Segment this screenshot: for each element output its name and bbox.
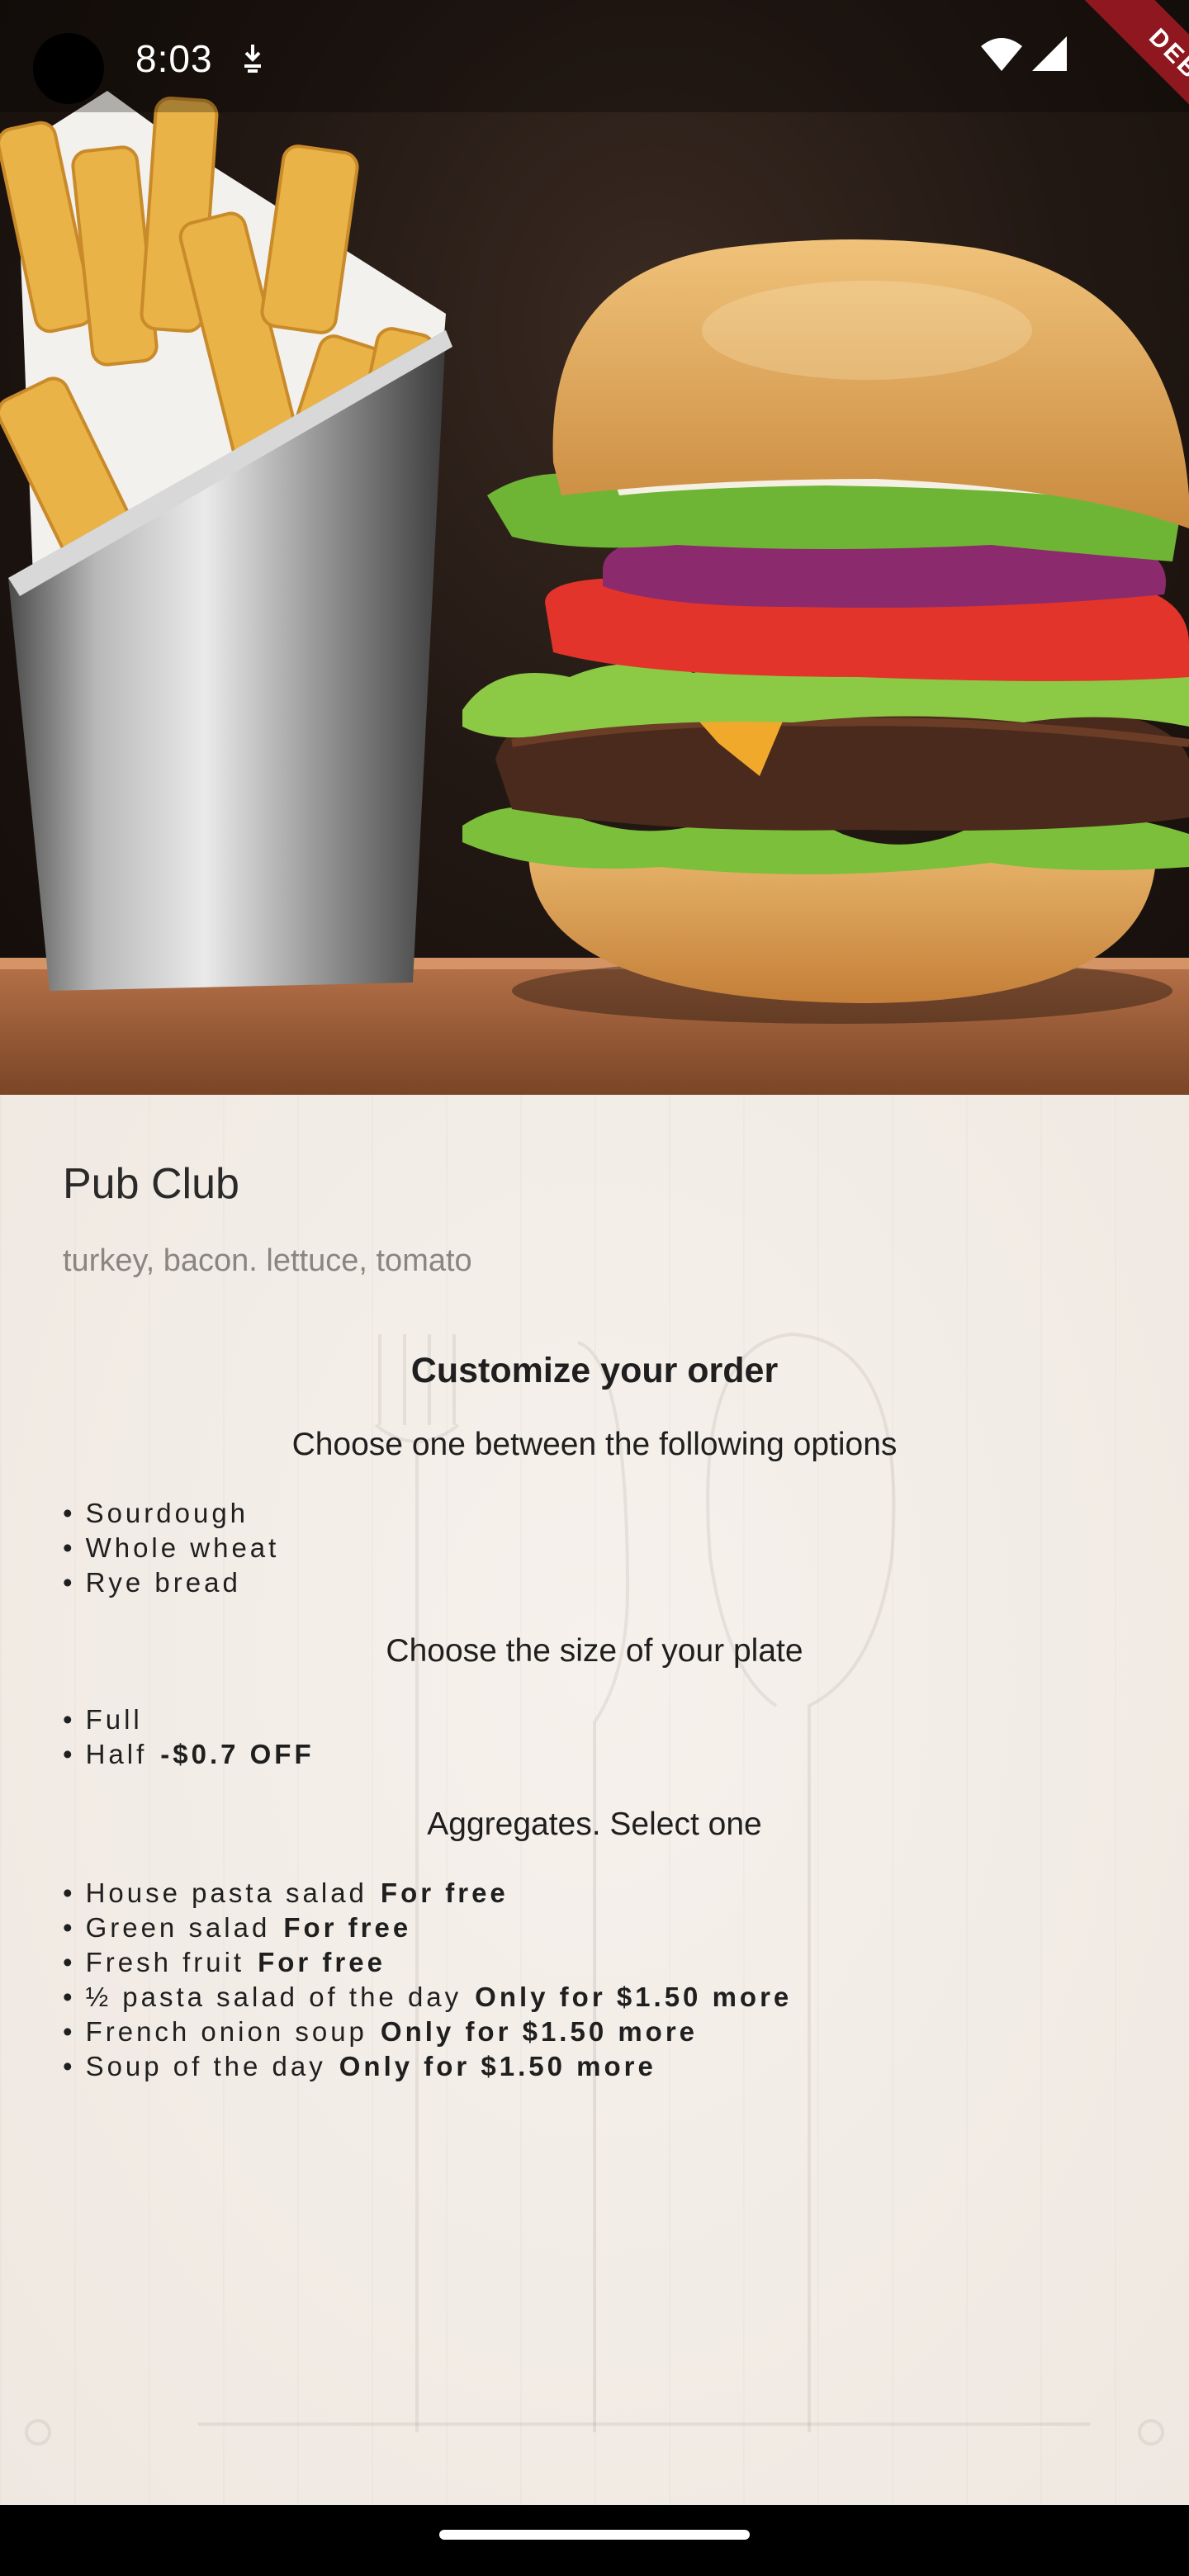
- price-modifier: For free: [258, 1947, 386, 1977]
- bread-option[interactable]: • Whole wheat: [63, 1531, 279, 1565]
- price-modifier: Only for $1.50 more: [339, 2051, 656, 2081]
- item-details-panel: Pub Club turkey, bacon. lettuce, tomato …: [0, 1095, 1189, 2505]
- customize-heading: Customize your order: [410, 1351, 779, 1390]
- bread-option[interactable]: • Rye bread: [63, 1565, 279, 1600]
- price-modifier: For free: [283, 1912, 412, 1943]
- home-gesture-handle[interactable]: [439, 2530, 750, 2540]
- aggregate-option[interactable]: • ½ pasta salad of the day Only for $1.50 …: [63, 1980, 792, 2015]
- debug-label: DEBUG: [1066, 0, 1189, 192]
- price-modifier: -$0.7 OFF: [160, 1739, 315, 1769]
- size-option[interactable]: • Full: [63, 1702, 315, 1737]
- system-navigation-bar: [0, 2505, 1189, 2576]
- aggregate-option[interactable]: • French onion soup Only for $1.50 more: [63, 2015, 792, 2049]
- aggregate-option[interactable]: • House pasta salad For free: [63, 1876, 792, 1911]
- aggregate-option[interactable]: • Fresh fruit For free: [63, 1945, 792, 1980]
- bread-prompt: Choose one between the following options: [291, 1427, 898, 1462]
- front-camera-cutout: [33, 33, 104, 104]
- size-prompt: Choose the size of your plate: [386, 1633, 803, 1669]
- aggregates-options-list: • House pasta salad For free • Green salad F…: [63, 1876, 792, 2084]
- item-name: Pub Club: [63, 1160, 239, 1208]
- price-modifier: For free: [380, 1878, 509, 1908]
- price-modifier: Only for $1.50 more: [475, 1982, 793, 2012]
- size-option[interactable]: • Half -$0.7 OFF: [63, 1737, 315, 1772]
- aggregates-prompt: Aggregates. Select one: [427, 1807, 762, 1842]
- aggregate-option[interactable]: • Soup of the day Only for $1.50 more: [63, 2049, 792, 2084]
- cutlery-watermark: [25, 1333, 1164, 2446]
- debug-banner: DEBUG: [991, 0, 1189, 198]
- price-modifier: Only for $1.50 more: [380, 2016, 699, 2047]
- size-options-list: • Full • Half -$0.7 OFF: [63, 1702, 315, 1772]
- item-description: turkey, bacon. lettuce, tomato: [63, 1243, 472, 1278]
- status-time: 8:03: [135, 37, 213, 80]
- bread-options-list: • Sourdough • Whole wheat • Rye bread: [63, 1496, 279, 1600]
- bread-option[interactable]: • Sourdough: [63, 1496, 279, 1531]
- status-bar: 8:03 DEBUG: [0, 0, 1189, 192]
- download-status-icon: [239, 41, 266, 78]
- aggregate-option[interactable]: • Green salad For free: [63, 1911, 792, 1945]
